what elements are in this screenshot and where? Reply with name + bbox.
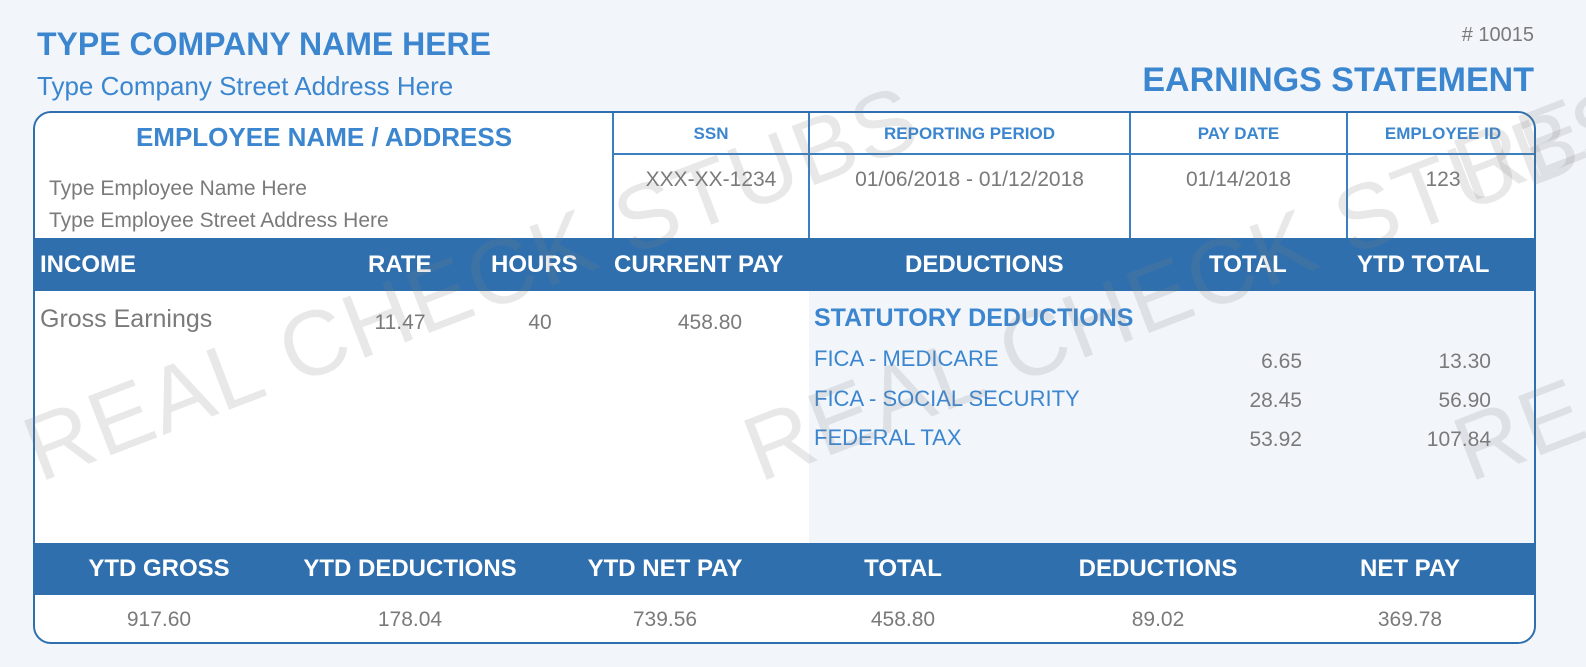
deduction-ytd: 13.30 <box>1438 350 1491 373</box>
gross-earnings-label: Gross Earnings <box>40 305 213 333</box>
deductions-value: 89.02 <box>1131 608 1185 631</box>
deductions-label: DEDUCTIONS <box>1078 555 1238 582</box>
ssn-value: XXX-XX-1234 <box>645 168 777 191</box>
check-number: # 10015 <box>1461 24 1534 46</box>
net-pay-label: NET PAY <box>1359 555 1461 582</box>
hours-value: 40 <box>528 311 552 334</box>
net-pay-value: 369.78 <box>1377 608 1443 631</box>
deduction-ytd: 56.90 <box>1438 389 1491 412</box>
deduction-name: FEDERAL TAX <box>814 425 962 450</box>
total-label: TOTAL <box>864 555 942 582</box>
reporting-period-value: 01/06/2018 - 01/12/2018 <box>855 168 1084 191</box>
total-value: 458.80 <box>870 608 936 631</box>
deduction-total: 6.65 <box>1261 350 1302 373</box>
ytd-net-pay-label: YTD NET PAY <box>587 555 743 582</box>
total-column-header: TOTAL <box>1209 251 1287 278</box>
employee-address: Type Employee Street Address Here <box>49 209 389 232</box>
rate-column-header: RATE <box>368 251 432 278</box>
ytd-net-pay-value: 739.56 <box>632 608 698 631</box>
employee-details: Type Employee Name Here Type Employee St… <box>49 173 389 237</box>
reporting-period-label: REPORTING PERIOD <box>884 123 1055 143</box>
company-name: TYPE COMPANY NAME HERE <box>37 26 491 62</box>
deduction-total: 53.92 <box>1249 428 1302 451</box>
summary-header-band: YTD GROSS YTD DEDUCTIONS YTD NET PAY TOT… <box>35 543 1534 595</box>
hours-column-header: HOURS <box>491 251 578 278</box>
ytd-deductions-value: 178.04 <box>377 608 443 631</box>
pay-date-value: 01/14/2018 <box>1185 168 1292 191</box>
deduction-total: 28.45 <box>1249 389 1302 412</box>
employee-name: Type Employee Name Here <box>49 177 307 200</box>
ytd-deductions-label: YTD DEDUCTIONS <box>303 555 517 582</box>
earnings-stub: EMPLOYEE NAME / ADDRESS Type Employee Na… <box>33 111 1536 644</box>
income-column-header: INCOME <box>40 251 136 278</box>
ytd-gross-label: YTD GROSS <box>88 555 230 582</box>
statement-title: EARNINGS STATEMENT <box>1142 61 1534 99</box>
employee-id-label: EMPLOYEE ID <box>1384 123 1502 143</box>
deduction-ytd: 107.84 <box>1426 428 1491 451</box>
pay-date-label: PAY DATE <box>1197 123 1280 143</box>
deduction-name: FICA - MEDICARE <box>814 346 999 371</box>
current-pay-column-header: CURRENT PAY <box>614 251 784 278</box>
company-address: Type Company Street Address Here <box>37 71 454 101</box>
deductions-column-header: DEDUCTIONS <box>905 251 1064 278</box>
ytd-gross-value: 917.60 <box>126 608 192 631</box>
earnings-header-band: INCOME RATE HOURS CURRENT PAY DEDUCTIONS… <box>35 238 1534 291</box>
rate-value: 11.47 <box>374 311 426 334</box>
current-pay-value: 458.80 <box>677 311 743 334</box>
employee-id-value: 123 <box>1425 168 1461 191</box>
employee-heading: EMPLOYEE NAME / ADDRESS <box>135 121 513 152</box>
deduction-name: FICA - SOCIAL SECURITY <box>814 386 1080 411</box>
ssn-label: SSN <box>693 123 729 143</box>
ytd-total-column-header: YTD TOTAL <box>1357 251 1490 278</box>
statutory-deductions-title: STATUTORY DEDUCTIONS <box>814 304 1134 332</box>
